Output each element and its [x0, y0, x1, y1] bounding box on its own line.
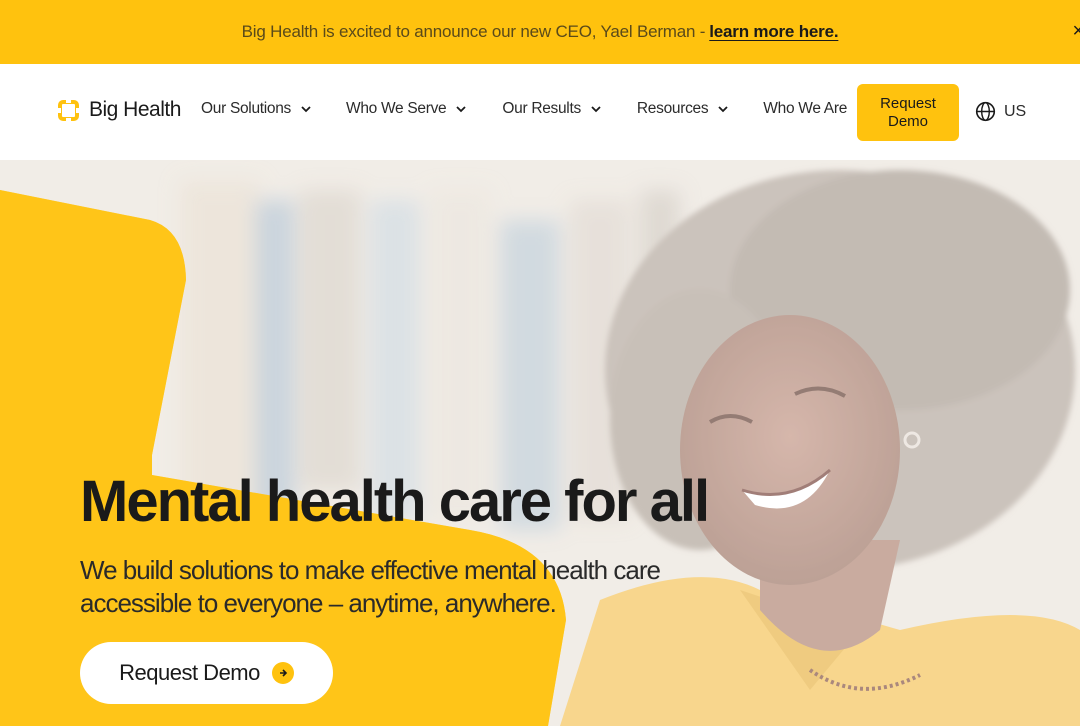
announcement-link[interactable]: learn more here.: [709, 22, 838, 42]
chevron-down-icon: [301, 106, 311, 113]
language-label: US: [1004, 102, 1027, 120]
request-demo-label: Request Demo: [880, 94, 936, 130]
nav-who-we-are[interactable]: Who We Are: [763, 100, 868, 118]
arrow-right-icon: [271, 662, 294, 684]
logo-text: Big Health: [89, 98, 181, 121]
chevron-down-icon: [456, 106, 467, 113]
announcement-text: Big Health is excited to announce our ne…: [241, 22, 706, 41]
nav-label: Resources: [636, 100, 709, 117]
hero-section: Mental health care for all We build solu…: [0, 160, 1080, 726]
hero-title: Mental health care for all: [80, 469, 710, 534]
request-demo-button[interactable]: Request Demo: [857, 84, 959, 141]
chevron-down-icon: [591, 106, 601, 113]
cta-label: Request Demo: [119, 660, 260, 685]
nav-label: Our Results: [502, 100, 581, 117]
nav-label: Our Solutions: [201, 100, 292, 117]
chevron-down-icon: [718, 106, 728, 113]
close-icon[interactable]: ×: [1073, 20, 1080, 43]
globe-icon: [975, 101, 996, 122]
nav-label: Who We Serve: [346, 100, 447, 117]
nav-who-we-serve[interactable]: Who We Serve: [346, 100, 467, 118]
main-nav: Our Solutions Who We Serve Our Results R…: [201, 100, 868, 118]
hero-request-demo-button[interactable]: Request Demo: [80, 642, 333, 704]
language-selector[interactable]: US: [975, 101, 1026, 122]
nav-our-solutions[interactable]: Our Solutions: [201, 100, 312, 118]
logo[interactable]: Big Health: [57, 98, 181, 122]
main-header: Big Health Our Solutions Who We Serve Ou…: [0, 64, 1080, 160]
nav-label: Who We Are: [763, 100, 848, 117]
big-health-logo-icon: [57, 98, 80, 122]
nav-resources[interactable]: Resources: [637, 100, 729, 118]
hero-subtitle: We build solutions to make effective men…: [80, 555, 661, 618]
announcement-bar: Big Health is excited to announce our ne…: [0, 0, 1080, 64]
nav-our-results[interactable]: Our Results: [502, 100, 602, 118]
